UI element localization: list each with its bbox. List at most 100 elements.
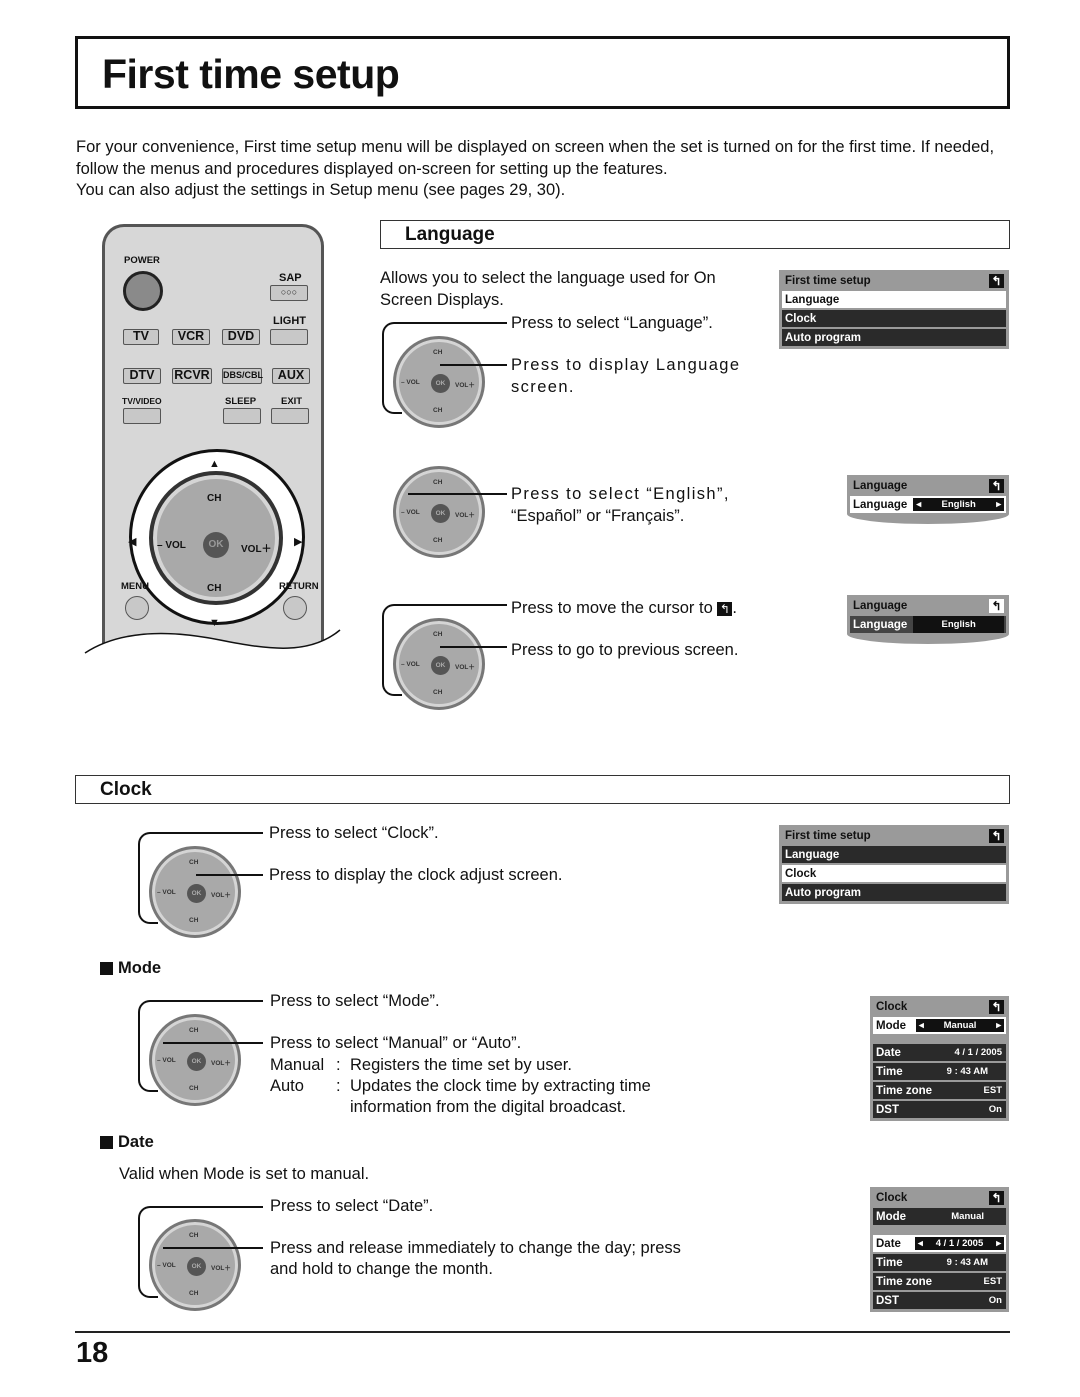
mode-value: Manual xyxy=(943,1020,977,1031)
date-note: Valid when Mode is set to manual. xyxy=(119,1165,370,1183)
osd-item-auto-program[interactable]: Auto program xyxy=(782,329,1006,346)
vol-minus-label: – VOL xyxy=(157,1262,176,1269)
left-arrow-icon[interactable]: ◂ xyxy=(919,1020,924,1031)
language-selector[interactable]: ◂ English ▸ xyxy=(913,498,1004,511)
dbs-cbl-button[interactable]: DBS/CBL xyxy=(222,368,263,384)
return-icon[interactable]: ↰ xyxy=(989,273,1004,288)
osd-item-label: Auto program xyxy=(785,886,862,899)
vol-minus-label: – VOL xyxy=(157,889,176,896)
vcr-button[interactable]: VCR xyxy=(172,329,210,345)
osd-date-row[interactable]: Date ◂ 4 / 1 / 2005 ▸ xyxy=(873,1235,1006,1252)
control-pad: CH – VOL VOL＋ CH OK xyxy=(149,1219,241,1311)
step-text-end: . xyxy=(732,599,737,617)
tv-video-button[interactable] xyxy=(123,408,161,424)
step-text: Press to select “Language”. xyxy=(511,314,713,332)
right-arrow-icon[interactable]: ▸ xyxy=(996,1238,1001,1249)
step-text: “Español” or “Français”. xyxy=(511,507,685,525)
definition-key: Auto xyxy=(270,1077,304,1095)
vol-plus-label: VOL＋ xyxy=(211,1265,231,1272)
left-arrow-icon[interactable]: ◀ xyxy=(128,535,136,548)
leader-line xyxy=(400,322,507,324)
left-arrow-icon[interactable]: ◂ xyxy=(916,499,921,510)
osd-item-label: Mode xyxy=(876,1019,907,1032)
osd-timezone-row[interactable]: Time zone EST xyxy=(873,1082,1006,1099)
osd-time-row[interactable]: Time 9 : 43 AM xyxy=(873,1254,1006,1271)
control-pad: CH – VOL VOL＋ CH OK xyxy=(393,336,485,428)
osd-item-auto-program[interactable]: Auto program xyxy=(782,884,1006,901)
intro-paragraph: You can also adjust the settings in Setu… xyxy=(76,181,566,199)
definition-key: Manual xyxy=(270,1056,325,1074)
power-label: POWER xyxy=(124,255,160,266)
osd-mode-row[interactable]: Mode ◂ Manual ▸ xyxy=(873,1017,1006,1034)
right-arrow-icon[interactable]: ▸ xyxy=(996,499,1001,510)
osd-item-label: Mode xyxy=(876,1210,907,1223)
osd-item-clock[interactable]: Clock xyxy=(782,865,1006,882)
step-text: Press to move the cursor to ↰. xyxy=(511,598,737,620)
return-button[interactable] xyxy=(283,596,307,620)
osd-item-language[interactable]: Language xyxy=(782,846,1006,863)
sap-button[interactable]: ○○○ xyxy=(270,285,308,301)
exit-button[interactable] xyxy=(271,408,309,424)
clock-heading: Clock xyxy=(100,779,152,800)
return-icon[interactable]: ↰ xyxy=(989,999,1004,1014)
osd-language-screen: Language ↰ Language ◂ English ▸ xyxy=(847,475,1009,524)
intro-paragraph: For your convenience, First time setup m… xyxy=(76,138,995,178)
osd-mode-row[interactable]: Mode Manual xyxy=(873,1208,1006,1225)
dtv-button[interactable]: DTV xyxy=(123,368,161,384)
osd-dst-row[interactable]: DST On xyxy=(873,1292,1006,1309)
rcvr-button[interactable]: RCVR xyxy=(172,368,212,384)
leader-line xyxy=(163,1042,263,1044)
vol-plus-label[interactable]: VOL＋ xyxy=(241,540,272,555)
osd-dst-row[interactable]: DST On xyxy=(873,1101,1006,1118)
osd-item-label: DST xyxy=(876,1294,899,1307)
left-arrow-icon[interactable]: ◂ xyxy=(918,1238,923,1249)
osd-timezone-row[interactable]: Time zone EST xyxy=(873,1273,1006,1290)
mode-selector[interactable]: ◂ Manual ▸ xyxy=(916,1019,1004,1032)
step-text-body: Press to move the cursor to xyxy=(511,599,713,617)
dvd-button[interactable]: DVD xyxy=(222,329,260,345)
right-arrow-icon[interactable]: ▸ xyxy=(996,1020,1001,1031)
osd-item-label: Time zone xyxy=(876,1275,933,1288)
ch-up-label[interactable]: CH xyxy=(207,493,221,504)
light-button[interactable] xyxy=(270,329,308,345)
return-icon[interactable]: ↰ xyxy=(989,478,1004,493)
aux-button[interactable]: AUX xyxy=(272,368,310,384)
sleep-button[interactable] xyxy=(223,408,261,424)
osd-time-row[interactable]: Time 9 : 43 AM xyxy=(873,1063,1006,1080)
ok-button[interactable]: OK xyxy=(203,532,229,558)
osd-language-row[interactable]: Language English xyxy=(850,616,1006,633)
ch-down-label: CH xyxy=(189,1085,199,1092)
return-icon[interactable]: ↰ xyxy=(989,1190,1004,1205)
control-pad: CH – VOL VOL＋ CH OK xyxy=(393,466,485,558)
power-button[interactable] xyxy=(123,271,163,311)
vol-plus-label: VOL＋ xyxy=(455,512,475,519)
tv-button[interactable]: TV xyxy=(123,329,159,345)
ch-down-label[interactable]: CH xyxy=(207,583,221,594)
vol-minus-label[interactable]: – VOL xyxy=(157,540,186,551)
right-arrow-icon[interactable]: ▶ xyxy=(294,535,302,548)
osd-item-clock[interactable]: Clock xyxy=(782,310,1006,327)
clock-section-heading: Clock xyxy=(75,775,1010,804)
osd-first-time-setup-menu: First time setup ↰ Language Clock Auto pr… xyxy=(779,270,1009,349)
step-text: Press to display Language screen. xyxy=(511,355,761,398)
osd-language-row[interactable]: Language ◂ English ▸ xyxy=(850,496,1006,513)
up-arrow-icon[interactable]: ▲ xyxy=(209,458,220,470)
return-icon[interactable]: ↰ xyxy=(989,828,1004,843)
osd-item-value: 9 : 43 AM xyxy=(946,1257,988,1268)
osd-item-label: Time xyxy=(876,1065,903,1078)
vol-plus-label: VOL＋ xyxy=(211,1060,231,1067)
language-selector[interactable]: English xyxy=(913,616,1004,633)
ok-button: OK xyxy=(187,884,206,903)
osd-item-language[interactable]: Language xyxy=(782,291,1006,308)
step-text: Press to select “English”, xyxy=(511,485,730,503)
menu-button[interactable] xyxy=(125,596,149,620)
leader-line xyxy=(400,604,507,606)
leader-line xyxy=(156,832,263,834)
return-icon[interactable]: ↰ xyxy=(989,598,1004,613)
date-selector[interactable]: ◂ 4 / 1 / 2005 ▸ xyxy=(914,1237,1004,1250)
osd-spacer xyxy=(873,1225,1006,1233)
leader-line xyxy=(163,1247,263,1249)
osd-date-row[interactable]: Date 4 / 1 / 2005 xyxy=(873,1044,1006,1061)
language-value: English xyxy=(941,619,976,630)
step-text: Press to go to previous screen. xyxy=(511,641,739,659)
